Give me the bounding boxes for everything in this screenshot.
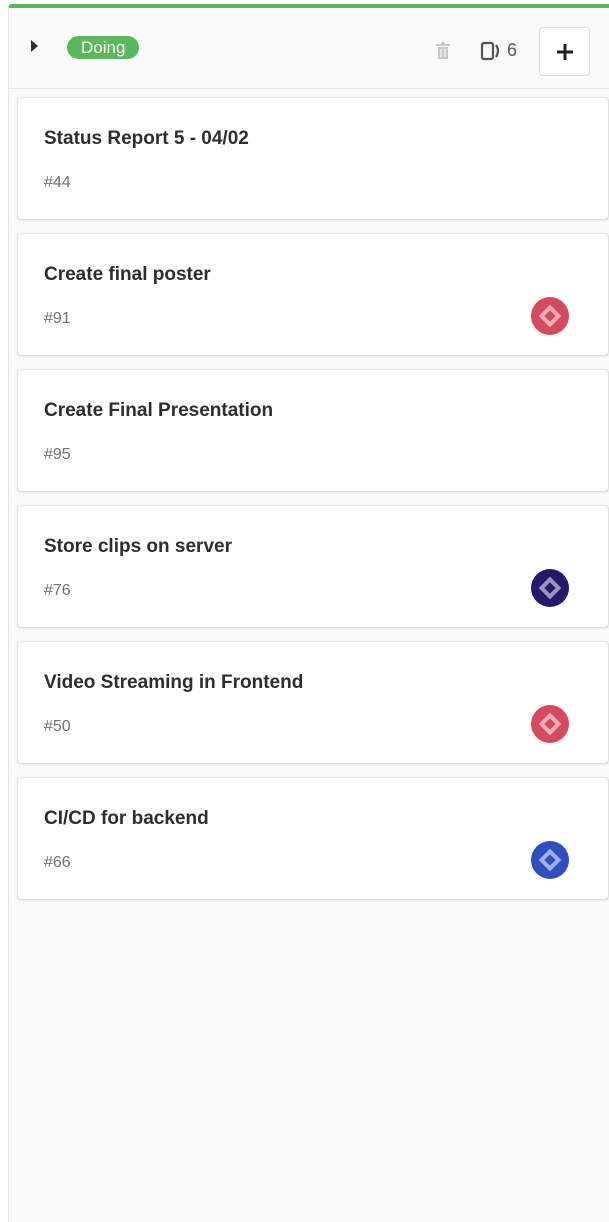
issue-number: #95 — [44, 446, 71, 463]
issue-card[interactable]: Create final poster #91 — [17, 233, 609, 356]
trash-icon[interactable] — [435, 42, 451, 60]
assignee-avatar[interactable] — [530, 704, 570, 744]
issue-count: 6 — [507, 40, 518, 60]
issue-title[interactable]: Video Streaming in Frontend — [44, 672, 303, 694]
issue-number: #91 — [44, 310, 71, 327]
issue-card[interactable]: Store clips on server #76 — [17, 505, 609, 628]
issue-number: #76 — [44, 582, 71, 599]
list-header: Doing 6 — [9, 8, 609, 89]
issue-card[interactable]: Video Streaming in Frontend #50 — [17, 641, 609, 764]
issue-title[interactable]: CI/CD for backend — [44, 808, 209, 830]
assignee-avatar[interactable] — [530, 840, 570, 880]
issue-title[interactable]: Store clips on server — [44, 536, 232, 558]
issue-title[interactable]: Create Final Presentation — [44, 400, 273, 422]
issue-number: #44 — [44, 174, 71, 191]
issue-number: #50 — [44, 718, 71, 735]
assignee-avatar[interactable] — [530, 568, 570, 608]
assignee-avatar[interactable] — [530, 296, 570, 336]
board-list-doing: Doing 6 Status Report 5 - 04/02 #44 Create… — [8, 4, 609, 1222]
issue-card[interactable]: Status Report 5 - 04/02 #44 — [17, 97, 609, 220]
issues-icon — [480, 41, 500, 61]
issue-card[interactable]: CI/CD for backend #66 — [17, 777, 609, 900]
issue-card[interactable]: Create Final Presentation #95 — [17, 369, 609, 492]
add-issue-button[interactable] — [539, 27, 590, 76]
issue-title[interactable]: Status Report 5 - 04/02 — [44, 128, 249, 150]
issue-number: #66 — [44, 854, 71, 871]
issue-title[interactable]: Create final poster — [44, 264, 211, 286]
list-label-doing[interactable]: Doing — [67, 36, 140, 59]
caret-right-icon[interactable] — [31, 40, 38, 52]
